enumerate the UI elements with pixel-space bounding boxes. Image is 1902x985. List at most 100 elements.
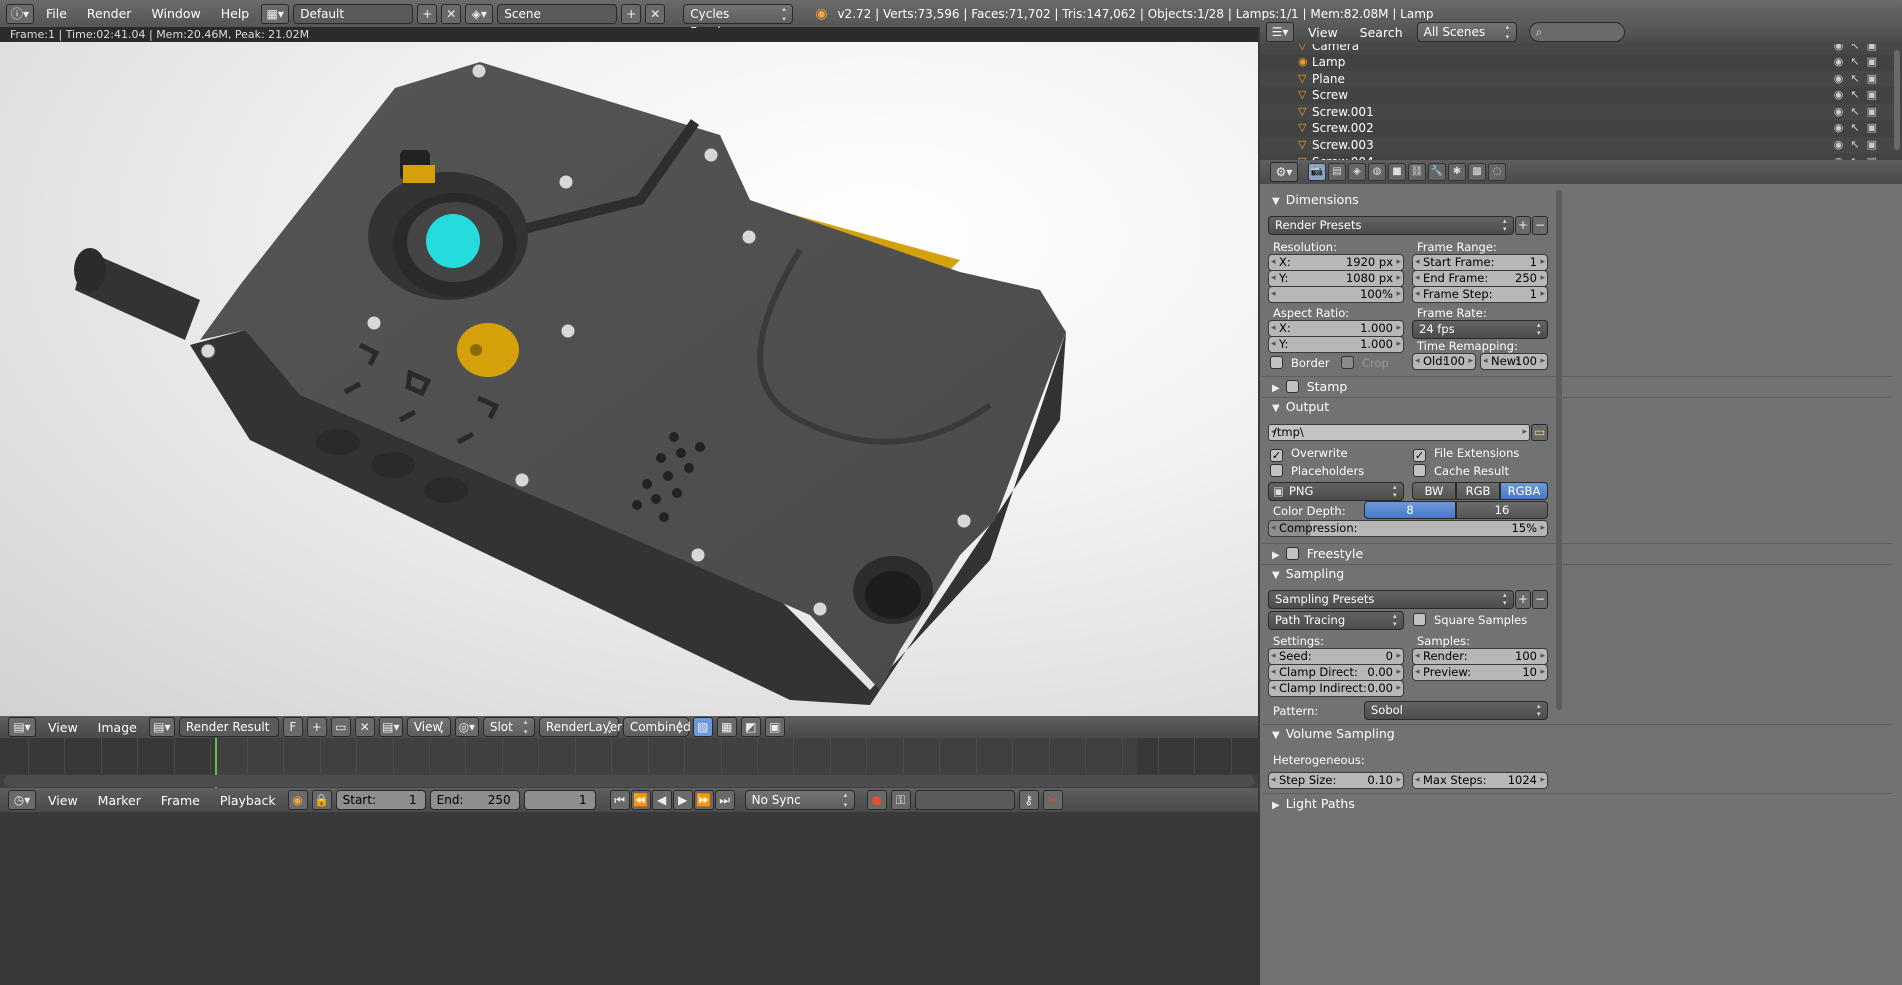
stamp-panel-header[interactable]: ▶ Stamp [1264,377,1890,397]
outliner-menu-view[interactable]: View [1300,25,1346,40]
unlink-image-icon[interactable]: ✕ [354,717,375,737]
render-samples-field[interactable]: Render: 100 [1412,648,1548,665]
lock-range-icon[interactable]: 🔒 [311,790,332,810]
outliner-item-name[interactable]: Plane [1312,71,1345,87]
render-layer-select[interactable]: RenderLayer [538,717,622,737]
draw-scopes-icon[interactable]: ▣ [764,717,785,737]
world-tab-icon[interactable]: ◍ [1368,163,1386,181]
insert-keyframe-icon[interactable]: ⚷ [1018,790,1039,810]
keying-set-field[interactable] [914,790,1015,810]
slot-select[interactable]: Slot 1 [482,717,535,752]
timeline-menu-frame[interactable]: Frame [153,793,208,808]
start-frame-field[interactable]: Start: 1 [335,790,426,810]
properties-editor-icon[interactable]: ⚙▾ [1270,162,1298,182]
scene-icon[interactable]: ◈▾ [465,3,494,24]
object-tab-icon[interactable]: ■ [1388,163,1406,181]
current-frame-field[interactable]: 1 [523,790,596,810]
scene-tab-icon[interactable]: ◈ [1348,163,1366,181]
remove-layout-icon[interactable]: ✕ [441,3,462,24]
add-sampling-preset-icon[interactable]: + [1515,590,1531,609]
delete-keyframe-icon[interactable]: ✂ [1042,790,1063,810]
timeline-menu-view[interactable]: View [40,793,86,808]
record-icon[interactable]: ● [866,790,887,810]
square-samples-checkbox[interactable]: Square Samples [1413,613,1527,627]
menu-render[interactable]: Render [79,6,140,21]
timeline-menu-marker[interactable]: Marker [90,793,149,808]
remap-new-field[interactable]: New:100 [1480,353,1548,370]
add-layout-icon[interactable]: + [417,3,438,24]
stamp-checkbox[interactable] [1285,380,1307,394]
outliner-row[interactable]: ◉ Lamp ◉↖▣ [1260,54,1902,71]
frame-step-prop[interactable]: Frame Step: 1 [1412,286,1548,303]
open-image-icon[interactable]: ▭ [330,717,351,737]
end-frame-prop[interactable]: End Frame: 250 [1412,270,1548,287]
play-icon[interactable]: ▶ [672,790,693,810]
prev-keyframe-icon[interactable]: ⏪ [630,790,651,810]
freestyle-panel-header[interactable]: ▶ Freestyle [1264,544,1890,564]
play-reverse-icon[interactable]: ◀ [651,790,672,810]
data-tab-icon[interactable]: ✱ [1448,163,1466,181]
render-engine-select[interactable]: Cycles Render [683,3,794,39]
image-menu-image[interactable]: Image [90,720,145,735]
next-keyframe-icon[interactable]: ⏩ [693,790,714,810]
clamp-indirect-field[interactable]: Clamp Indirect:0.00 [1268,680,1404,697]
menu-help[interactable]: Help [213,6,258,21]
remove-preset-icon[interactable]: − [1532,216,1548,235]
outliner-menu-search[interactable]: Search [1352,25,1411,40]
visibility-icons[interactable]: ◉↖▣ [1834,137,1884,153]
visibility-icons[interactable]: ◉↖▣ [1834,54,1884,70]
constraints-tab-icon[interactable]: ⛓ [1408,163,1426,181]
resolution-y-field[interactable]: Y: 1080 px [1268,270,1404,287]
menu-window[interactable]: Window [143,6,208,21]
pattern-select[interactable]: Sobol [1364,701,1548,720]
render-layers-tab-icon[interactable]: ▤ [1328,163,1346,181]
view-mode-icon[interactable]: ▤▾ [378,717,403,737]
remove-sampling-preset-icon[interactable]: − [1532,590,1548,609]
outliner-scrollbar[interactable] [1894,50,1900,150]
outliner-item-name[interactable]: Screw [1312,87,1348,103]
timeline-scrollbar[interactable] [4,775,1254,787]
color-mode-rgba[interactable]: RGBA [1500,482,1548,500]
visibility-icons[interactable]: ◉↖▣ [1834,71,1884,87]
color-depth-8[interactable]: 8 [1364,501,1456,519]
volume-sampling-panel-header[interactable]: ▼ Volume Sampling [1264,724,1890,744]
render-viewport[interactable] [0,28,1258,716]
image-browse-icon[interactable]: ▤▾ [148,717,175,737]
outliner-search-input[interactable]: ⌕ [1528,22,1625,42]
menu-file[interactable]: File [38,6,75,21]
start-frame-prop[interactable]: Start Frame: 1 [1412,254,1548,271]
sampling-presets-select[interactable]: Sampling Presets [1268,590,1514,609]
keying-set-icon[interactable]: ⚿ [890,790,911,810]
remap-old-field[interactable]: Old:100 [1412,353,1476,370]
output-panel-header[interactable]: ▼ Output [1264,397,1890,417]
draw-color-icon[interactable]: ▨ [692,717,713,737]
preview-range-icon[interactable]: ◉ [287,790,308,810]
jump-end-icon[interactable]: ⏭ [714,790,735,810]
step-size-field[interactable]: Step Size: 0.10 [1268,772,1404,789]
sampling-panel-header[interactable]: ▼ Sampling [1264,564,1890,584]
add-scene-icon[interactable]: + [621,3,642,24]
fake-user-button[interactable]: F [282,717,303,737]
draw-zbuffer-icon[interactable]: ◩ [740,717,761,737]
render-presets-select[interactable]: Render Presets [1268,216,1514,235]
folder-icon[interactable]: ▭ [1531,424,1548,441]
modifiers-tab-icon[interactable]: 🔧 [1428,163,1446,181]
timeline[interactable]: -50-40-30-20-100102030405060708090100110… [0,738,1258,788]
outliner-editor-icon[interactable]: ☰▾ [1266,22,1294,42]
overwrite-checkbox[interactable]: ✓ Overwrite [1270,446,1348,462]
max-steps-field[interactable]: Max Steps: 1024 [1412,772,1548,789]
timeline-editor-icon[interactable]: ◷▾ [8,790,36,810]
visibility-icons[interactable]: ◉↖▣ [1834,104,1884,120]
draw-alpha-icon[interactable]: ▦ [716,717,737,737]
color-mode-bw[interactable]: BW [1412,482,1456,500]
seed-field[interactable]: Seed: 0 [1268,648,1404,665]
compression-slider[interactable]: Compression: 15% [1268,520,1548,537]
border-checkbox[interactable]: Border [1270,356,1330,370]
integrator-select[interactable]: Path Tracing [1268,611,1404,630]
scene-field[interactable]: Scene [497,3,618,24]
physics-tab-icon[interactable]: ◌ [1488,163,1506,181]
visibility-icons[interactable]: ◉↖▣ [1834,87,1884,103]
texture-tab-icon[interactable]: ▩ [1468,163,1486,181]
render-pass-select[interactable]: Combined [622,717,691,737]
new-image-icon[interactable]: + [306,717,327,737]
